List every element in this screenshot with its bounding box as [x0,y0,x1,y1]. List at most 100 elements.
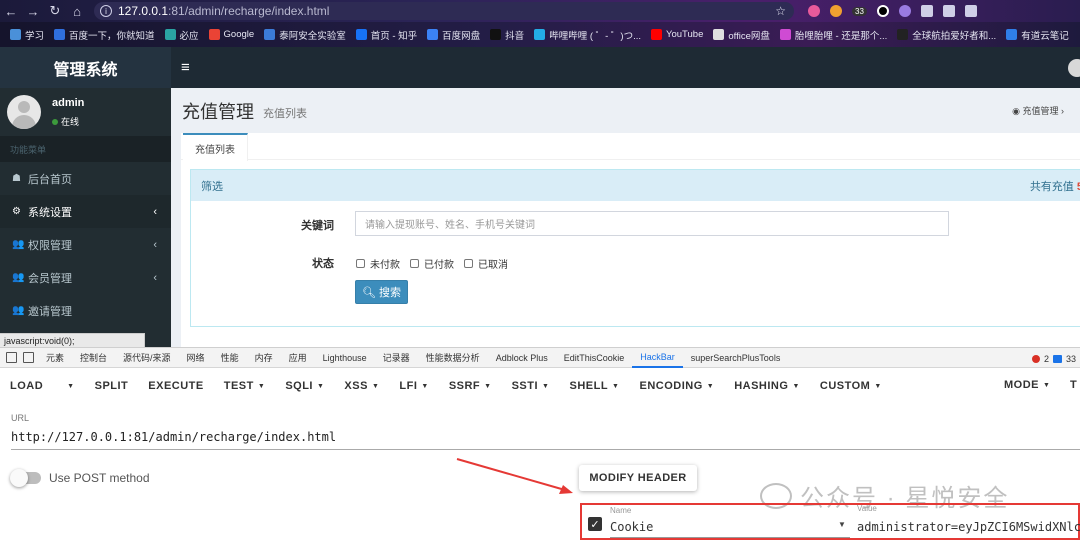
message-icon[interactable] [1052,354,1062,363]
error-icon[interactable] [1031,354,1040,363]
bookmark-label: office网盘 [728,30,770,42]
devtools-tab[interactable]: 内存 [247,347,281,368]
hackbar-menu-item[interactable]: EXECUTE [138,380,213,392]
extension-badge[interactable]: 33 [852,6,867,16]
bookmark-item[interactable]: 抖音 [490,28,524,42]
toggle-knob[interactable] [10,469,28,487]
header-value-field[interactable]: administrator=eyJpZCI6MSwidXNlc [857,520,1080,534]
header-name-label: Name [610,506,632,515]
bookmark-item[interactable]: 学习 [10,28,44,42]
modify-header-button[interactable]: MODIFY HEADER [579,465,697,491]
bookmark-item[interactable]: office网盘 [713,28,770,42]
device-toolbar-icon[interactable] [23,352,34,363]
status-checkbox[interactable] [464,259,473,268]
extension-icon[interactable] [898,5,911,17]
hackbar-menu-item[interactable]: SHELL ▼ [559,380,629,392]
mode-menu[interactable]: MODE ▼ [994,379,1060,391]
hackbar-menu-item[interactable]: LFI ▼ [389,380,438,392]
hackbar-menu-item[interactable]: SQLI ▼ [275,380,334,392]
hackbar-menu-label: LOAD [10,380,44,392]
sidebar-item[interactable]: 👥 邀请管理 [0,294,171,327]
chevron-down-icon[interactable]: ▼ [838,520,846,529]
status-option-label: 已取消 [478,260,508,271]
sidebar-toggle-icon[interactable]: ≡ [181,59,190,76]
page-subtitle: 充值列表 [263,108,307,120]
devtools-tab[interactable]: EditThisCookie [556,347,633,368]
bookmark-item[interactable]: 首页 - 知乎 [355,28,417,42]
bookmark-item[interactable]: 哔哩哔哩 ( ゜- ゜)つ... [534,28,641,42]
sidebar-item[interactable]: 👥 会员管理 ‹ [0,261,171,294]
bookmark-item[interactable]: 百度一下，你就知道 [54,28,155,42]
devtools-tab[interactable]: 网络 [179,347,213,368]
sidebar-item[interactable]: ☗ 后台首页 [0,162,171,195]
site-info-icon[interactable]: i [100,5,112,17]
devtools-tab[interactable]: 性能 [213,347,247,368]
devtools-tab[interactable]: 源代码/来源 [115,347,179,368]
menu-icon[interactable] [964,5,977,17]
bookmark-item[interactable]: 百度网盘 [427,28,480,42]
hackbar-menu-item[interactable]: CUSTOM ▼ [810,380,892,392]
caret-down-icon: ▼ [612,382,620,390]
status-option[interactable]: 未付款 [356,256,400,271]
hackbar-menu-label: XSS [344,380,368,392]
extension-icon[interactable] [830,5,842,17]
theme-menu-partial[interactable]: T [1070,379,1077,391]
reload-icon[interactable]: ↻ [44,0,66,22]
search-button[interactable]: 🔍︎ 搜索 [355,280,408,304]
header-name-field[interactable]: Cookie [610,520,653,534]
post-method-toggle[interactable] [10,469,41,487]
home-icon[interactable]: ⌂ [66,0,88,22]
avatar[interactable] [1068,59,1080,77]
reading-list-icon[interactable] [942,5,955,17]
back-icon[interactable]: ← [0,0,22,22]
hackbar-menu-item[interactable]: SPLIT [85,380,139,392]
status-option-label: 未付款 [370,260,400,271]
tab-recharge-list[interactable]: 充值列表 [183,133,248,161]
devtools-tab[interactable]: HackBar [632,347,683,368]
hackbar-menu-item[interactable]: XSS ▼ [334,380,389,392]
devtools-tab[interactable]: 控制台 [72,347,115,368]
bookmark-item[interactable]: 必应 [164,28,199,42]
bookmark-item[interactable]: 胎哩胎哩 - 还是那个... [779,28,887,42]
address-bar[interactable]: i 127.0.0.1:81/admin/recharge/index.html… [94,2,794,20]
hackbar-menu-item[interactable]: SSTI ▼ [502,380,560,392]
hackbar-menu-item[interactable]: ENCODING ▼ [629,380,724,392]
devtools-tab[interactable]: Adblock Plus [488,347,556,368]
status-checkbox[interactable] [410,259,419,268]
hackbar-menu-item[interactable]: LOAD [0,380,53,392]
bookmark-item[interactable]: 全球航拍爱好者和... [897,28,996,42]
hackbar-menu-item[interactable]: ▼ [53,383,84,390]
sidebar-item[interactable]: 👥 权限管理 ‹ [0,228,171,261]
header-enabled-checkbox[interactable]: ✓ [588,517,602,531]
extension-icon[interactable] [876,5,889,17]
bookmark-item[interactable]: Google [208,29,254,40]
bookmark-item[interactable]: 有道云笔记 [1006,28,1069,42]
status-checkbox[interactable] [356,259,365,268]
extensions-puzzle-icon[interactable] [920,5,933,17]
hackbar-menu-item[interactable]: SSRF ▼ [439,380,502,392]
bookmark-label: YouTube [666,29,704,40]
status-option[interactable]: 已付款 [410,256,454,271]
keyword-input[interactable]: 请输入提现账号、姓名、手机号关键词 [355,211,949,236]
sidebar-item[interactable]: ⚙ 系统设置 ‹ [0,195,171,228]
chevron-left-icon: ‹ [153,238,157,251]
bookmark-item[interactable]: 泰阿安全实验室 [264,28,346,42]
bookmark-star-icon[interactable]: ☆ [775,4,786,18]
devtools-tab[interactable]: 元素 [38,347,72,368]
url-field[interactable]: http://127.0.0.1:81/admin/recharge/index… [11,430,336,444]
extension-icon[interactable] [808,5,820,17]
hackbar-menu-item[interactable]: TEST ▼ [214,380,276,392]
devtools-tab[interactable]: 记录器 [375,347,418,368]
forward-icon[interactable]: → [22,0,44,22]
devtools-tab[interactable]: Lighthouse [315,347,375,368]
devtools-tab[interactable]: 应用 [281,347,315,368]
inspect-element-icon[interactable] [6,352,17,363]
devtools-tab[interactable]: superSearchPlusTools [683,347,789,368]
app-title[interactable]: 管理系统 [0,47,171,88]
status-option[interactable]: 已取消 [464,256,508,271]
devtools-tab[interactable]: 性能数据分析 [418,347,488,368]
bookmark-favicon-icon [897,29,909,40]
hackbar-menu-item[interactable]: HASHING ▼ [724,380,810,392]
bookmark-item[interactable]: YouTube [651,29,703,40]
breadcrumb[interactable]: ◉ 充值管理 › [1012,104,1064,117]
